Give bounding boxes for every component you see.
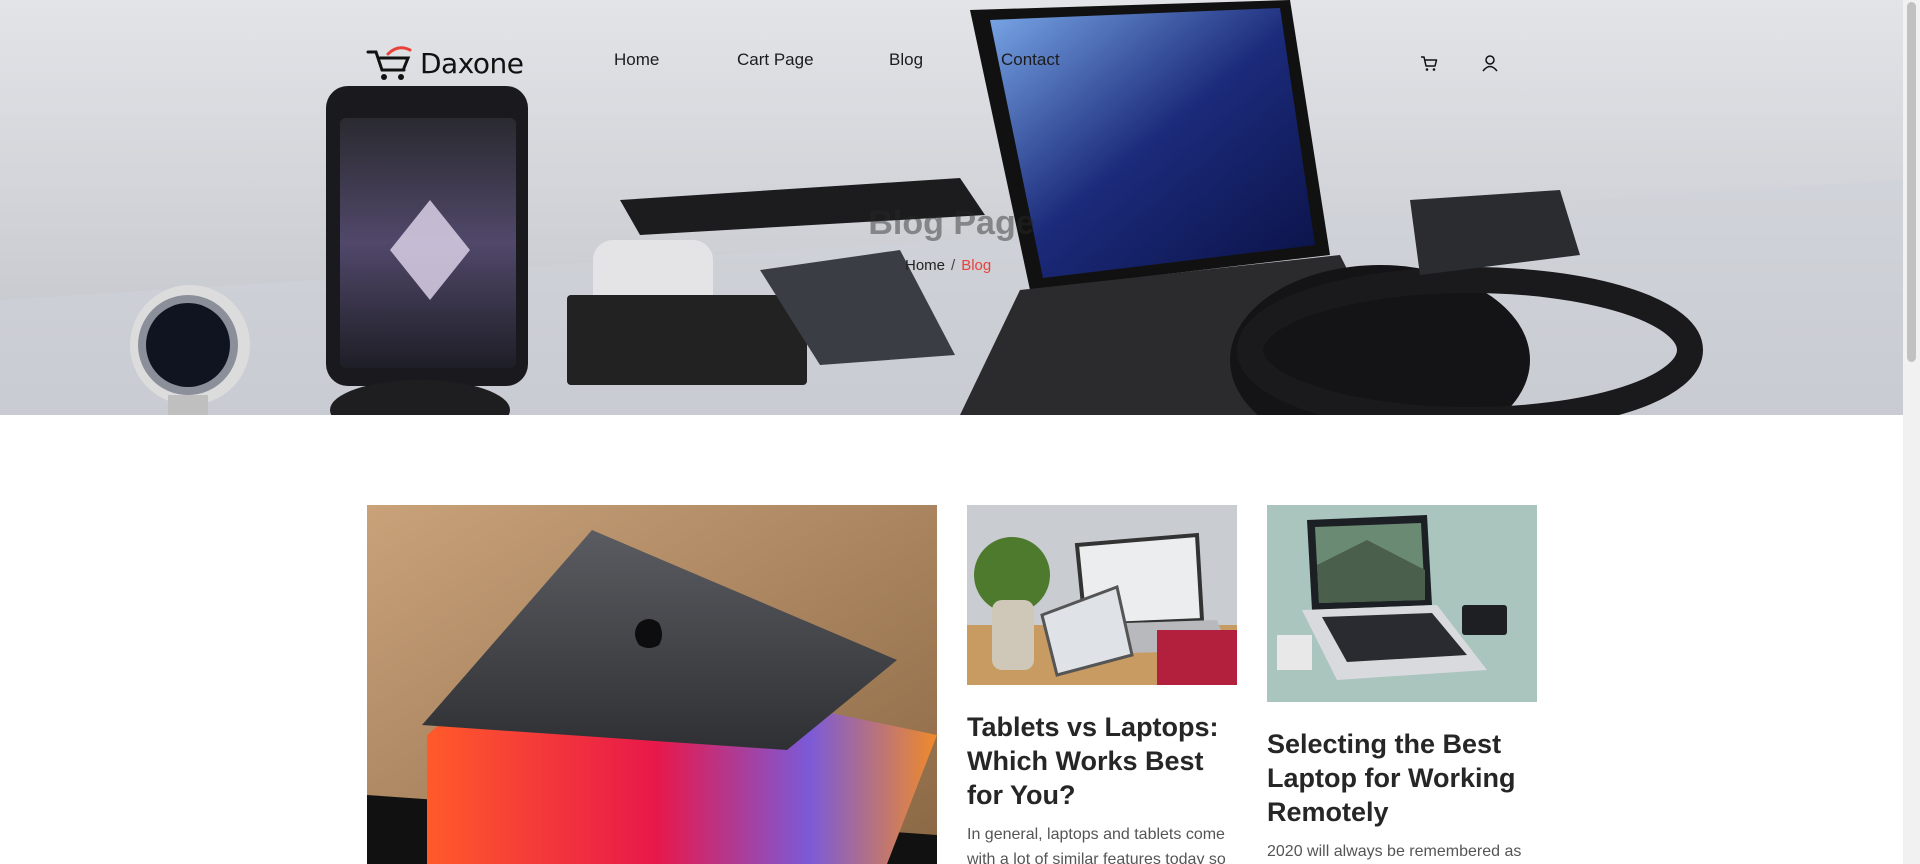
blog-post-best-laptop-remote[interactable]: Selecting the Best Laptop for Working Re… — [1267, 505, 1537, 864]
main-nav: Home Cart Page Blog Contact — [0, 50, 1903, 72]
breadcrumb: Home / Blog — [905, 257, 991, 274]
macbook-photo[interactable] — [367, 505, 937, 864]
post-title[interactable]: Selecting the Best Laptop for Working Re… — [1267, 727, 1537, 829]
nav-blog[interactable]: Blog — [889, 50, 923, 70]
post-excerpt: 2020 will always be remembered as — [1267, 843, 1522, 860]
cart-icon[interactable] — [1419, 53, 1439, 73]
post-excerpt: In general, laptops and tablets come wit… — [967, 826, 1226, 864]
breadcrumb-home[interactable]: Home — [905, 257, 945, 274]
user-icon[interactable] — [1480, 53, 1500, 73]
blog-post-featured[interactable] — [367, 505, 937, 864]
breadcrumb-separator: / — [951, 257, 956, 274]
nav-cart-page[interactable]: Cart Page — [737, 50, 814, 70]
hero-banner: Daxone Home Cart Page Blog Contact Blog … — [0, 0, 1903, 415]
nav-contact[interactable]: Contact — [1001, 50, 1060, 70]
page-title: Blog Page — [868, 204, 1035, 242]
nav-home[interactable]: Home — [614, 50, 659, 70]
page-scrollbar[interactable] — [1903, 0, 1920, 864]
laptop-on-desk-photo[interactable] — [1267, 505, 1537, 702]
scrollbar-thumb[interactable] — [1907, 2, 1916, 362]
post-title[interactable]: Tablets vs Laptops: Which Works Best for… — [967, 710, 1237, 812]
blog-post-tablets-vs-laptops[interactable]: Tablets vs Laptops: Which Works Best for… — [967, 505, 1237, 864]
tablet-and-laptop-photo[interactable] — [967, 505, 1237, 685]
breadcrumb-current: Blog — [961, 257, 992, 274]
